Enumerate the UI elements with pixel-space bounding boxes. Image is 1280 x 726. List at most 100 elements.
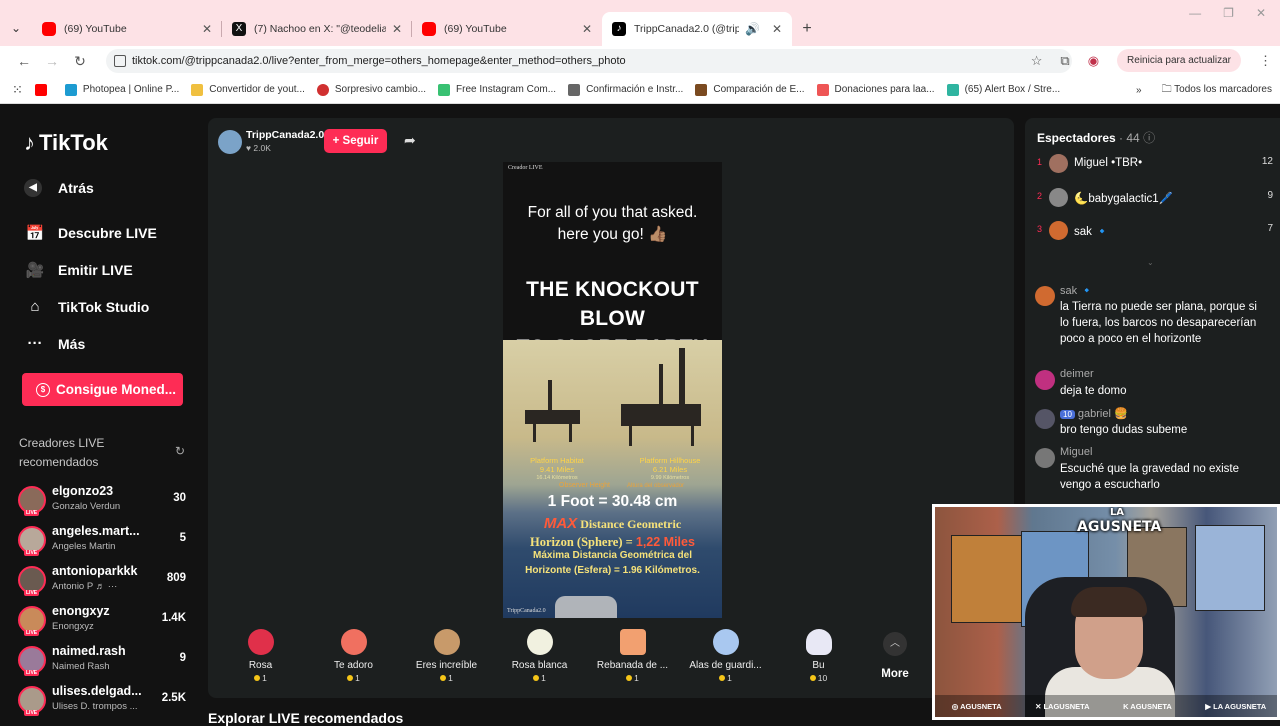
address-bar[interactable]: tiktok.com/@trippcanada2.0/live?enter_fr… <box>106 49 1072 73</box>
nav-broadcast-live[interactable]: 🎥 Emitir LIVE <box>24 261 133 279</box>
apps-grid-icon[interactable]: ⁙ <box>12 82 23 98</box>
avatar: LIVE <box>18 686 46 716</box>
gift-rosa-blanca[interactable]: Rosa blanca 1 <box>493 619 586 694</box>
restart-update-button[interactable]: Reinicia para actualizar <box>1117 49 1241 72</box>
top-viewer[interactable]: 1 Miguel •TBR• 12 <box>1037 154 1273 176</box>
avatar <box>1049 188 1068 207</box>
top-viewer[interactable]: 2 🌜babygalactic1🖊️ 9 <box>1037 188 1273 210</box>
kebab-menu-icon[interactable]: ⋮ <box>1259 53 1272 69</box>
bookmark-sorpresivo[interactable]: Sorpresivo cambio... <box>316 83 426 96</box>
browser-tab-youtube-2[interactable]: (69) YouTube ✕ <box>412 12 602 46</box>
live-badge: LIVE <box>24 590 40 596</box>
browser-tab-x[interactable]: X (7) Nachoo en X: "@teodeliaa ✕ <box>222 12 412 46</box>
creator-subtitle: Antonio P ♬ ··· <box>52 581 118 592</box>
nav-discover-live[interactable]: 📅 Descubre LIVE <box>24 224 157 242</box>
avatar <box>1035 409 1055 429</box>
creator-item[interactable]: LIVE angeles.mart... Angeles Martin 5 <box>18 524 190 560</box>
tab-search-chevron-icon[interactable]: ⌄ <box>0 10 32 46</box>
avatar <box>1049 154 1068 173</box>
streamer-webcam: LA AGUSNETA ◎ AGUSNETA ✕ LAGUSNETA K AGU… <box>932 504 1280 720</box>
cake-slice-icon <box>619 629 646 655</box>
platform-right-leg <box>629 424 632 446</box>
chat-message: deimer deja te domo <box>1033 368 1269 404</box>
back-arrow-icon[interactable]: ← <box>10 53 38 69</box>
site-info-icon[interactable] <box>114 55 126 67</box>
more-gifts-button[interactable]: ︿ More <box>880 632 910 680</box>
refresh-icon[interactable]: ↻ <box>175 444 185 458</box>
platform-right <box>621 404 701 426</box>
creator-item[interactable]: LIVE elgonzo23 Gonzalo Verdun 30 <box>18 484 190 520</box>
bookmark-youtube[interactable] <box>34 83 53 96</box>
tiktok-logo[interactable]: ♪ TikTok <box>24 130 108 156</box>
tab-title: (69) YouTube <box>64 23 127 35</box>
speaker-icon[interactable]: 🔊 <box>745 22 760 36</box>
address-toolbar: ← → ↻ tiktok.com/@trippcanada2.0/live?en… <box>0 46 1280 76</box>
gift-rosa[interactable]: Rosa 1 <box>214 619 307 694</box>
forward-arrow-icon[interactable]: → <box>38 53 66 69</box>
gift-eres-increible[interactable]: Eres increíble 1 <box>400 619 493 694</box>
nav-tiktok-studio[interactable]: ⌂ TikTok Studio <box>24 298 149 315</box>
window-close-icon[interactable]: ✕ <box>1256 6 1266 20</box>
tab-close-icon[interactable]: ✕ <box>582 22 592 36</box>
oil-platform-scene: Platform Habitat 9.41 Miles 16.14 Kilóme… <box>503 340 722 618</box>
star-bookmark-icon[interactable]: ☆ <box>1031 53 1043 69</box>
creator-item[interactable]: LIVE enongxyz Enongxyz 1.4K <box>18 604 190 640</box>
gift-rebanada[interactable]: Rebanada de ... 1 <box>586 619 679 694</box>
reload-icon[interactable]: ↻ <box>66 53 94 70</box>
explore-live-heading: Explorar LIVE recomendados <box>208 710 404 726</box>
tab-title: (69) YouTube <box>444 23 507 35</box>
bookmark-confirmacion[interactable]: Confirmación e Instr... <box>568 83 683 96</box>
platform-left-leg <box>533 422 536 442</box>
extensions-icon[interactable]: ⧉ <box>1060 53 1069 69</box>
creator-item[interactable]: LIVE antonioparkkk Antonio P ♬ ··· 809 <box>18 564 190 600</box>
gift-te-adoro[interactable]: Te adoro 1 <box>307 619 400 694</box>
live-video[interactable]: Creador LIVE For all of you that asked. … <box>503 162 722 618</box>
bookmark-alert-box[interactable]: (65) Alert Box / Stre... <box>946 83 1060 96</box>
youtube-favicon-icon <box>422 22 436 36</box>
browser-tab-youtube-1[interactable]: (69) YouTube ✕ <box>32 12 222 46</box>
creator-name: antonioparkkk <box>52 564 138 578</box>
browser-tab-tiktok[interactable]: ♪ TrippCanada2.0 (@trippcan 🔊 ✕ <box>602 12 792 46</box>
nav-back[interactable]: ◀ Atrás <box>24 179 94 197</box>
follow-button[interactable]: + Seguir <box>324 129 387 153</box>
creator-subtitle: Ulises D. trompos ... <box>52 701 138 712</box>
ghost-icon <box>805 629 832 655</box>
link-icon <box>568 83 581 96</box>
bookmark-instagram-comments[interactable]: Free Instagram Com... <box>438 83 556 96</box>
creator-name: naimed.rash <box>52 644 126 658</box>
new-tab-button[interactable]: + <box>792 12 822 46</box>
gift-alas[interactable]: Alas de guardi... 1 <box>679 619 772 694</box>
all-bookmarks-folder[interactable]: 🗀 Todos los marcadores <box>1162 82 1272 99</box>
info-icon[interactable]: ⓘ <box>1143 131 1155 145</box>
minimize-icon[interactable]: — <box>1189 6 1201 20</box>
tab-close-icon[interactable]: ✕ <box>772 22 782 36</box>
creator-item[interactable]: LIVE ulises.delgad... Ulises D. trompos … <box>18 684 190 720</box>
bookmarks-overflow-chevron-icon[interactable]: » <box>1136 85 1142 96</box>
viewer-count: 1.4K <box>161 612 186 624</box>
gift-bu[interactable]: Bu 10 <box>772 619 865 694</box>
bookmarks-right: » 🗀 Todos los marcadores <box>1136 82 1272 99</box>
bookmark-converter[interactable]: Convertidor de yout... <box>191 83 305 96</box>
chevron-down-icon[interactable]: ⌄ <box>1147 258 1154 267</box>
tab-close-icon[interactable]: ✕ <box>392 22 402 36</box>
creator-item[interactable]: LIVE naimed.rash Naimed Rash 9 <box>18 644 190 680</box>
live-tv-icon: 📅 <box>25 225 45 242</box>
bookmark-comparacion[interactable]: Comparación de E... <box>695 83 805 96</box>
bookmark-donaciones[interactable]: Donaciones para laa... <box>816 83 935 96</box>
recommended-creators-title: Creadores LIVE recomendados <box>19 436 105 469</box>
host-name[interactable]: TrippCanada2.0 <box>246 129 324 141</box>
host-avatar[interactable] <box>218 130 242 154</box>
x-handle: ✕ LAGUSNETA <box>1035 701 1090 711</box>
bookmark-photopea[interactable]: Photopea | Online P... <box>64 83 179 96</box>
restore-icon[interactable]: ❐ <box>1223 6 1234 20</box>
top-viewer[interactable]: 3 sak 🔹 7 <box>1037 221 1273 243</box>
streamer-hair <box>1071 587 1147 617</box>
tab-close-icon[interactable]: ✕ <box>202 22 212 36</box>
nav-more[interactable]: ··· Más <box>24 335 86 352</box>
chat-username[interactable]: 10 gabriel 🍔 <box>1060 407 1128 420</box>
tiktok-note-icon: ♪ <box>24 130 35 155</box>
share-arrow-icon[interactable]: ➦ <box>404 132 416 149</box>
chat-message: Miguel Escuché que la gravedad no existe… <box>1033 446 1269 496</box>
get-coins-button[interactable]: $ Consigue Moned... <box>22 373 183 406</box>
profile-icon[interactable]: ◉ <box>1088 53 1099 69</box>
